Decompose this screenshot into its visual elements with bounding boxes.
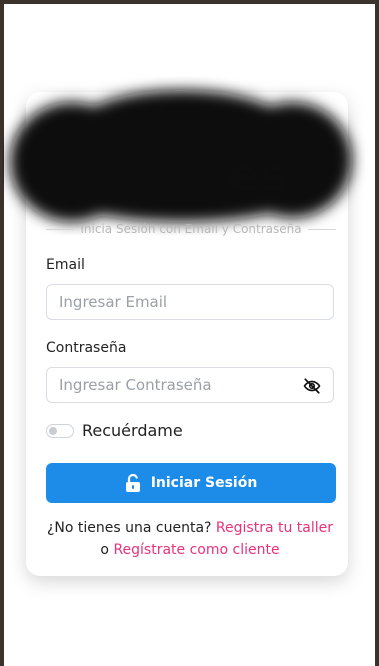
- remember-toggle[interactable]: [46, 423, 74, 438]
- obscured-logo: [10, 90, 352, 222]
- signup-client-line: o Regístrate como cliente: [30, 542, 350, 558]
- email-field-wrap: [46, 284, 334, 320]
- signup-or: o: [100, 542, 109, 558]
- register-client-link[interactable]: Regístrate como cliente: [113, 542, 279, 558]
- unlock-icon: [125, 474, 140, 492]
- divider-line-right: [307, 228, 337, 230]
- logo-text: es: [228, 148, 289, 202]
- toggle-knob: [49, 426, 57, 435]
- password-field-wrap: [46, 367, 334, 403]
- eye-slash-icon[interactable]: [303, 377, 321, 395]
- register-workshop-link[interactable]: Registra tu taller: [216, 520, 333, 536]
- password-label: Contraseña: [46, 340, 127, 356]
- email-label: Email: [46, 257, 85, 273]
- divider-text: Inicia Sesión con Email y Contraseña: [80, 222, 302, 236]
- login-button[interactable]: Iniciar Sesión: [46, 463, 336, 503]
- remember-label: Recuérdame: [82, 421, 183, 440]
- email-field[interactable]: [47, 293, 333, 311]
- divider-line-left: [46, 228, 75, 230]
- remember-row: Recuérdame: [46, 421, 183, 440]
- signup-prompt: ¿No tienes una cuenta?: [46, 520, 212, 536]
- password-field[interactable]: [47, 376, 333, 394]
- login-divider: Inicia Sesión con Email y Contraseña: [46, 222, 337, 236]
- signup-prompt-line: ¿No tienes una cuenta? Registra tu talle…: [30, 520, 350, 536]
- login-button-label: Iniciar Sesión: [150, 475, 258, 491]
